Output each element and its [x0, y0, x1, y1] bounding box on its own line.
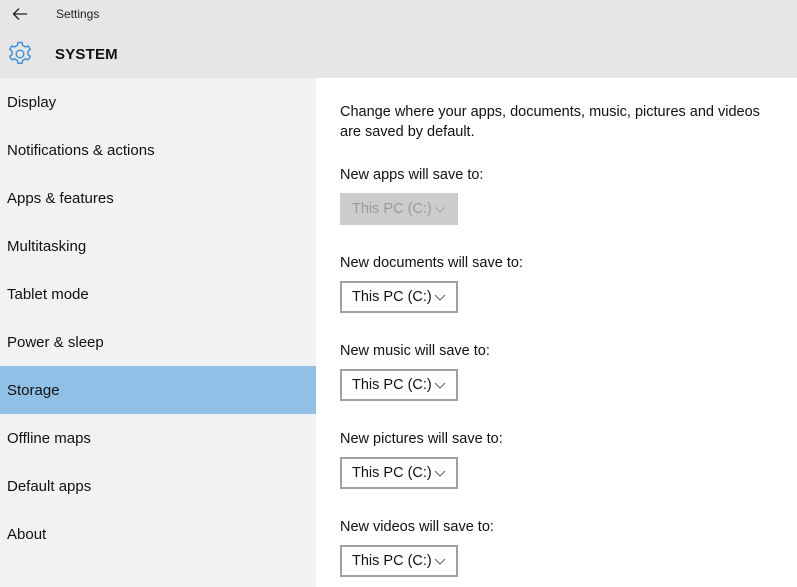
pictures-save-label: New pictures will save to:	[340, 431, 503, 447]
arrow-left-icon	[12, 8, 27, 20]
videos-save-dropdown[interactable]: This PC (C:)	[340, 545, 458, 577]
sidebar-item-about[interactable]: About	[0, 510, 316, 558]
documents-save-value: This PC (C:)	[352, 289, 432, 305]
gear-icon	[8, 41, 32, 64]
app-title: Settings	[56, 7, 100, 21]
sidebar-item-display[interactable]: Display	[0, 78, 316, 126]
section-title: SYSTEM	[55, 46, 118, 63]
music-save-label: New music will save to:	[340, 343, 490, 359]
back-button[interactable]	[8, 4, 32, 24]
apps-save-value: This PC (C:)	[352, 201, 432, 217]
documents-save-label: New documents will save to:	[340, 255, 523, 271]
sidebar-item-tablet-mode[interactable]: Tablet mode	[0, 270, 316, 318]
videos-save-label: New videos will save to:	[340, 519, 494, 535]
music-save-value: This PC (C:)	[352, 377, 432, 393]
chevron-down-icon	[434, 294, 446, 301]
save-locations-description: Change where your apps, documents, music…	[340, 104, 760, 140]
sidebar-item-storage[interactable]: Storage	[0, 366, 316, 414]
chevron-down-icon	[434, 558, 446, 565]
apps-save-label: New apps will save to:	[340, 167, 484, 183]
chevron-down-icon	[434, 382, 446, 389]
title-bar: Settings SYSTEM	[0, 0, 797, 78]
sidebar-item-apps-features[interactable]: Apps & features	[0, 174, 316, 222]
music-save-dropdown[interactable]: This PC (C:)	[340, 369, 458, 401]
chevron-down-icon	[434, 470, 446, 477]
chevron-down-icon	[434, 206, 446, 213]
documents-save-dropdown[interactable]: This PC (C:)	[340, 281, 458, 313]
sidebar-item-power-sleep[interactable]: Power & sleep	[0, 318, 316, 366]
sidebar-item-multitasking[interactable]: Multitasking	[0, 222, 316, 270]
pictures-save-value: This PC (C:)	[352, 465, 432, 481]
sidebar-nav: Display Notifications & actions Apps & f…	[0, 78, 316, 587]
pictures-save-dropdown[interactable]: This PC (C:)	[340, 457, 458, 489]
sidebar-item-offline-maps[interactable]: Offline maps	[0, 414, 316, 462]
sidebar-item-default-apps[interactable]: Default apps	[0, 462, 316, 510]
apps-save-dropdown: This PC (C:)	[340, 193, 458, 225]
sidebar-item-notifications[interactable]: Notifications & actions	[0, 126, 316, 174]
videos-save-value: This PC (C:)	[352, 553, 432, 569]
